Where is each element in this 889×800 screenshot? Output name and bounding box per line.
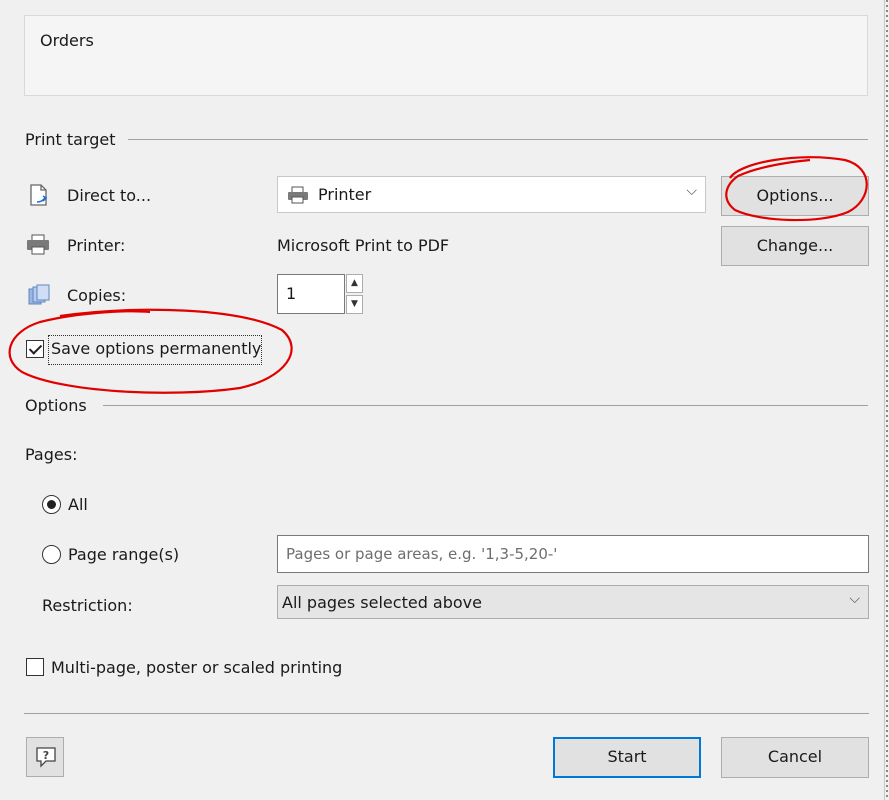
window-edge bbox=[884, 0, 885, 800]
save-options-label[interactable]: Save options permanently bbox=[51, 339, 261, 358]
direct-to-label: Direct to... bbox=[67, 186, 152, 205]
copies-decrement-button[interactable]: ▼ bbox=[346, 295, 363, 314]
printer-label: Printer: bbox=[67, 236, 126, 255]
pages-all-radio[interactable] bbox=[42, 495, 61, 514]
page-range-radio[interactable] bbox=[42, 545, 61, 564]
copies-stepper: ▲ ▼ bbox=[346, 274, 363, 314]
restriction-value: All pages selected above bbox=[282, 593, 482, 612]
annotation-overlay bbox=[8, 156, 868, 394]
copies-label: Copies: bbox=[67, 286, 127, 305]
page-range-label[interactable]: Page range(s) bbox=[68, 545, 179, 564]
copies-value: 1 bbox=[286, 284, 297, 303]
page-range-input-box bbox=[277, 535, 869, 573]
direct-to-select[interactable]: Printer ⌵ bbox=[277, 176, 706, 213]
window-edge-dotted bbox=[886, 0, 888, 800]
change-button-label: Change... bbox=[756, 236, 834, 255]
change-printer-button[interactable]: Change... bbox=[721, 226, 869, 266]
options-separator bbox=[103, 405, 868, 406]
chevron-down-icon: ⌵ bbox=[849, 591, 860, 607]
copies-input[interactable]: 1 bbox=[277, 274, 345, 314]
printer-icon bbox=[27, 234, 49, 255]
start-button[interactable]: Start bbox=[553, 737, 701, 778]
page-range-input[interactable] bbox=[278, 536, 868, 572]
printer-value: Microsoft Print to PDF bbox=[277, 236, 450, 255]
save-options-checkbox[interactable] bbox=[26, 340, 44, 358]
header-box: Orders bbox=[24, 15, 868, 96]
options-section-label: Options bbox=[25, 396, 87, 415]
print-target-separator bbox=[128, 139, 868, 140]
help-icon: ? bbox=[36, 747, 56, 768]
copies-increment-button[interactable]: ▲ bbox=[346, 274, 363, 293]
multipage-checkbox[interactable] bbox=[26, 658, 44, 676]
cancel-button[interactable]: Cancel bbox=[721, 737, 869, 778]
print-target-label: Print target bbox=[25, 130, 116, 149]
cancel-button-label: Cancel bbox=[767, 747, 823, 766]
options-button-label: Options... bbox=[756, 186, 834, 205]
footer-separator bbox=[24, 713, 869, 714]
pages-all-label[interactable]: All bbox=[68, 495, 88, 514]
header-title: Orders bbox=[40, 31, 94, 50]
start-button-label: Start bbox=[607, 747, 647, 766]
direct-to-value: Printer bbox=[318, 185, 372, 204]
direct-to-icon bbox=[30, 184, 48, 206]
printer-small-icon bbox=[288, 186, 308, 204]
help-button[interactable]: ? bbox=[26, 737, 64, 777]
restriction-select[interactable]: All pages selected above ⌵ bbox=[277, 585, 869, 619]
svg-text:?: ? bbox=[43, 749, 49, 762]
options-button[interactable]: Options... bbox=[721, 176, 869, 216]
chevron-down-icon: ⌵ bbox=[686, 183, 697, 199]
multipage-label[interactable]: Multi-page, poster or scaled printing bbox=[51, 658, 342, 677]
restriction-label: Restriction: bbox=[42, 596, 133, 615]
pages-label: Pages: bbox=[25, 445, 78, 464]
copies-icon bbox=[28, 284, 50, 305]
